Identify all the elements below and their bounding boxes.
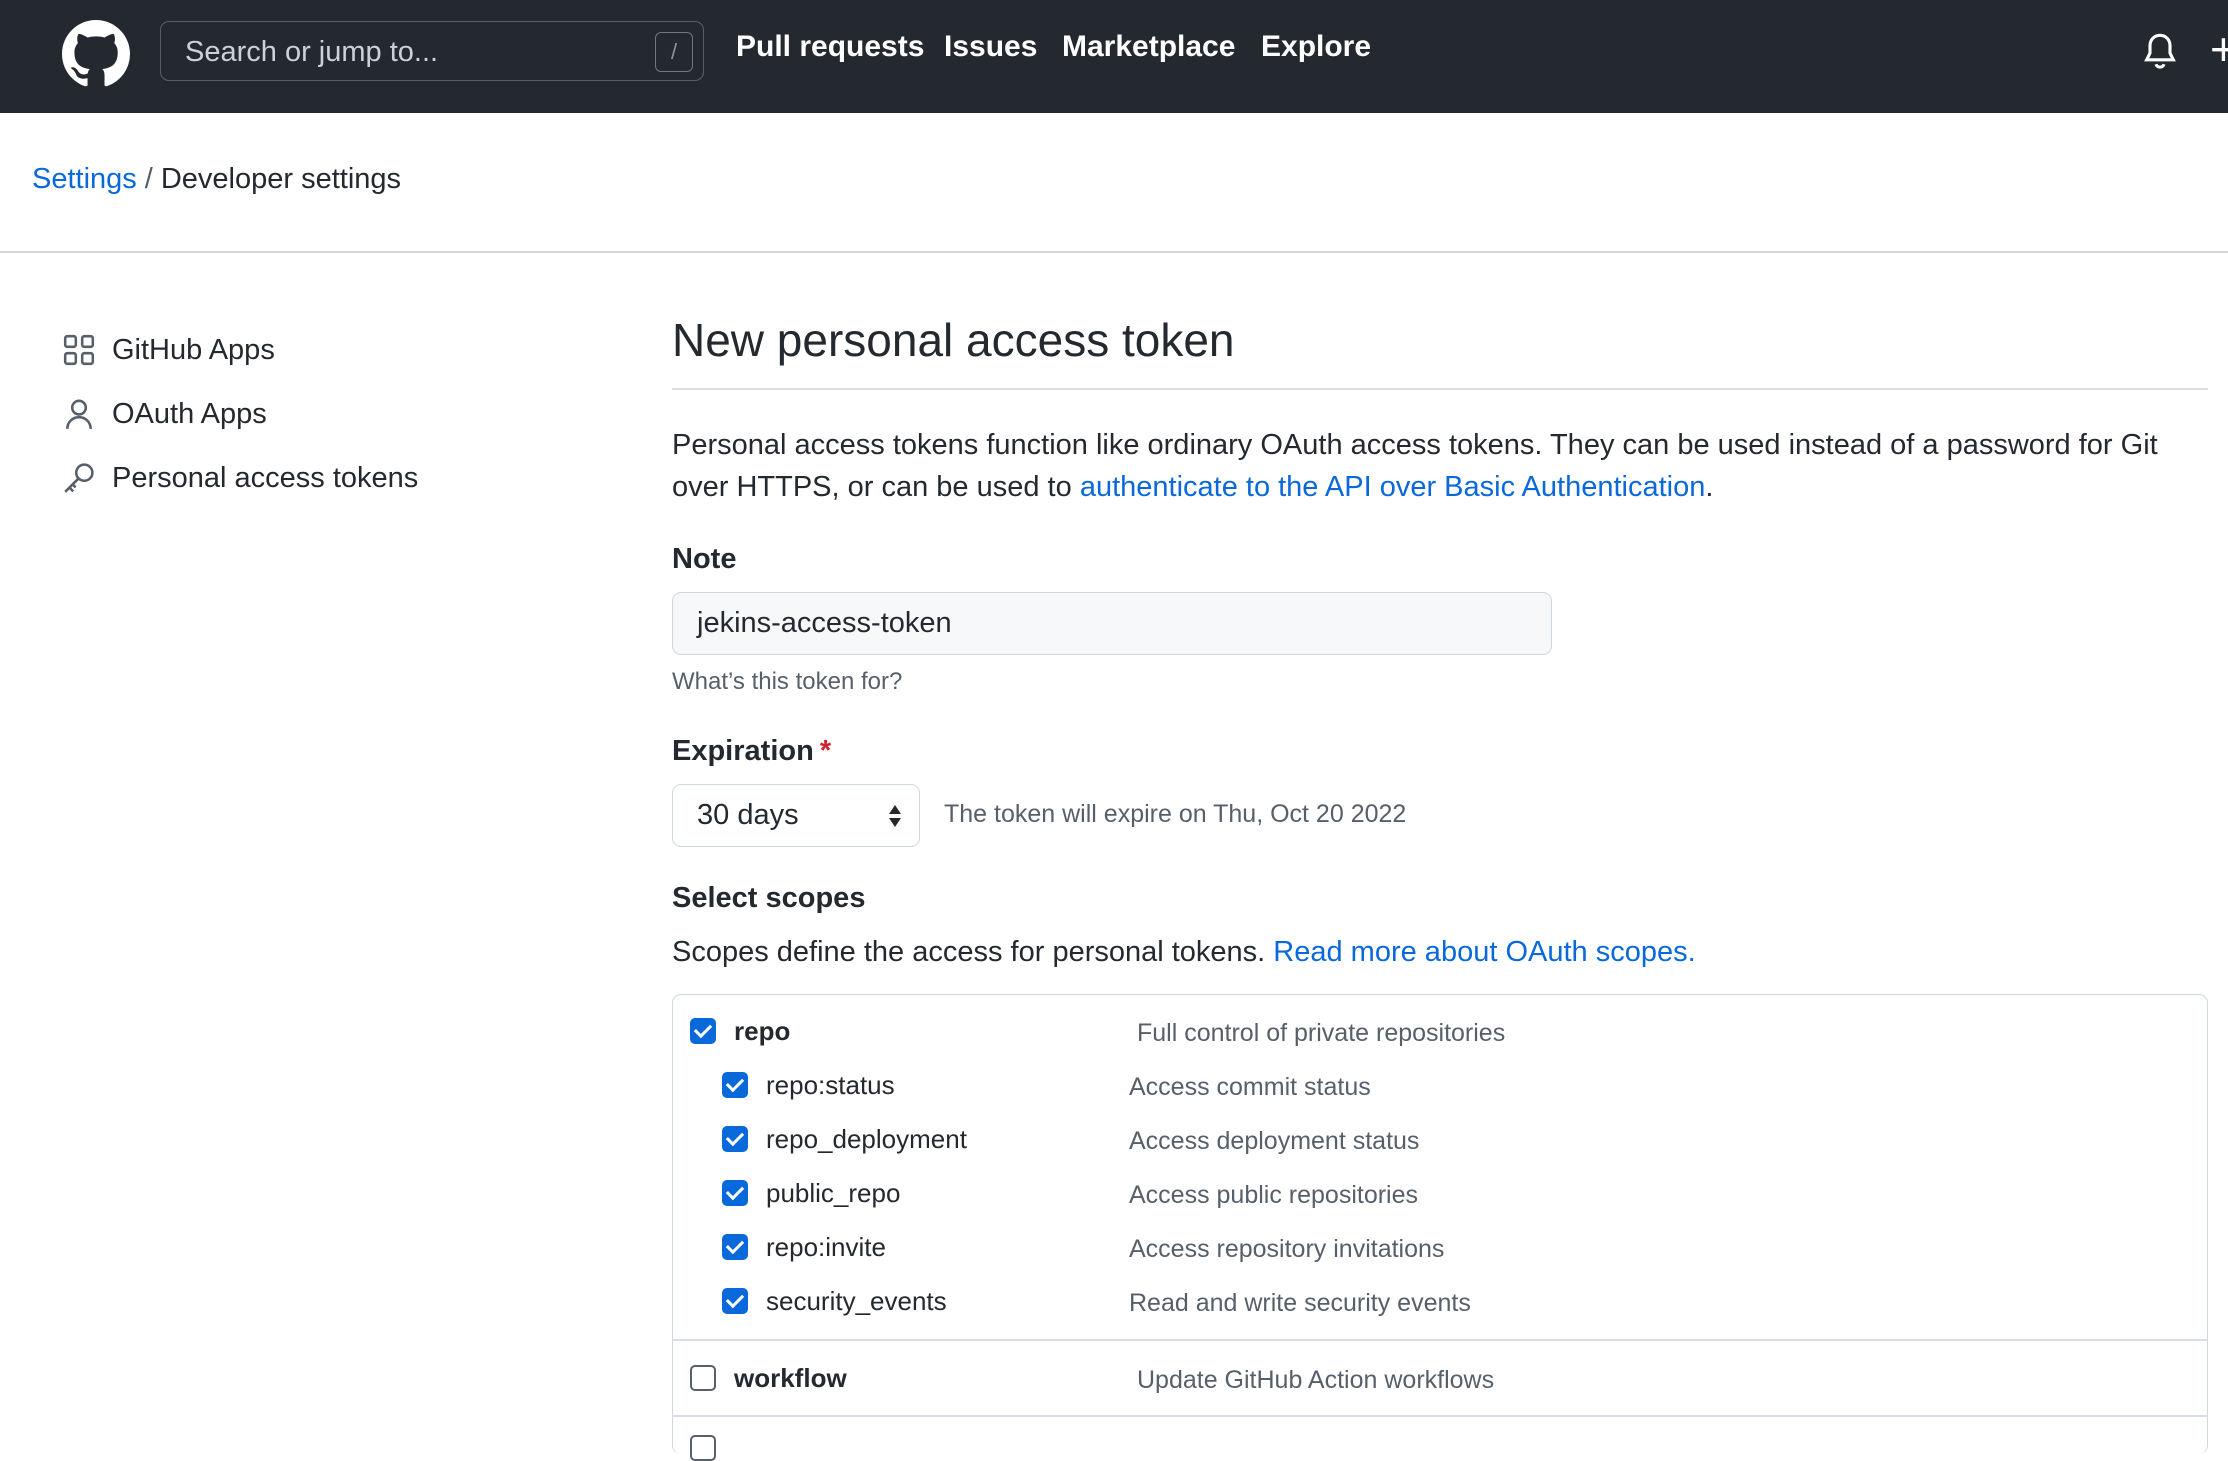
key-icon [64, 463, 94, 493]
person-icon [66, 399, 92, 429]
scope-repo[interactable]: repo [690, 1013, 790, 1049]
breadcrumb-settings-link[interactable]: Settings [32, 163, 137, 195]
sidebar-item-label: GitHub Apps [112, 333, 275, 366]
breadcrumb: Settings / Developer settings [32, 163, 401, 196]
select-scopes-heading: Select scopes [672, 882, 866, 914]
scopes-description: Scopes define the access for personal to… [672, 936, 1696, 969]
scope-description: Read and write security events [1129, 1289, 1471, 1317]
select-arrows-icon [889, 805, 901, 827]
scope-checkbox-checked[interactable] [722, 1180, 748, 1206]
breadcrumb-separator: / [144, 163, 153, 195]
apps-icon [63, 334, 95, 366]
breadcrumb-current: Developer settings [160, 163, 402, 195]
top-header: Search or jump to... / Pull requests Iss… [0, 0, 2228, 113]
basic-auth-link[interactable]: authenticate to the API over Basic Authe… [1080, 471, 1706, 503]
scope-description: Access deployment status [1129, 1127, 1420, 1155]
sidebar-item-personal-access-tokens[interactable]: Personal access tokens [62, 458, 418, 498]
required-asterisk: * [819, 735, 832, 767]
sidebar-item-label: Personal access tokens [112, 461, 419, 494]
scope-name: repo [734, 1015, 791, 1046]
scope-public-repo[interactable]: public_repo [722, 1175, 900, 1211]
search-placeholder: Search or jump to... [185, 36, 439, 68]
scopes-description-text: Scopes define the access for personal to… [672, 936, 1274, 968]
expiration-label: Expiration * [672, 735, 831, 768]
scope-name: repo:status [766, 1069, 895, 1100]
intro-text: Personal access tokens function like ord… [672, 424, 2212, 508]
nav-pull-requests[interactable]: Pull requests [736, 30, 924, 64]
scope-checkbox-checked[interactable] [690, 1018, 716, 1044]
sidebar-item-label: OAuth Apps [112, 397, 267, 430]
scope-name: repo:invite [766, 1231, 886, 1262]
scope-workflow[interactable]: workflow [690, 1360, 847, 1396]
scope-repo-deployment[interactable]: repo_deployment [722, 1121, 967, 1157]
github-logo-icon[interactable] [62, 20, 130, 88]
page-title: New personal access token [672, 314, 1235, 366]
expiration-select[interactable]: 30 days [672, 784, 920, 847]
expiration-label-text: Expiration [672, 735, 814, 767]
scope-repo-status[interactable]: repo:status [722, 1067, 895, 1103]
scope-description: Full control of private repositories [1137, 1019, 1506, 1047]
scope-repo-invite[interactable]: repo:invite [722, 1229, 886, 1265]
oauth-scopes-link[interactable]: Read more about OAuth scopes. [1273, 936, 1695, 968]
search-shortcut-key: / [655, 32, 693, 72]
nav-marketplace[interactable]: Marketplace [1062, 30, 1235, 64]
note-hint: What’s this token for? [672, 668, 903, 695]
header-divider [0, 251, 2228, 253]
scope-checkbox-checked[interactable] [722, 1072, 748, 1098]
create-new-plus-icon[interactable]: + [2210, 22, 2228, 76]
note-field[interactable]: jekins-access-token [672, 592, 1552, 655]
scope-name: public_repo [766, 1177, 901, 1208]
expiration-date-note: The token will expire on Thu, Oct 20 202… [944, 800, 1407, 828]
scope-description: Access commit status [1129, 1073, 1371, 1101]
sidebar-item-github-apps[interactable]: GitHub Apps [62, 330, 275, 370]
scope-name: workflow [734, 1362, 847, 1393]
note-label: Note [672, 543, 737, 575]
nav-issues[interactable]: Issues [944, 30, 1037, 64]
sidebar-item-oauth-apps[interactable]: OAuth Apps [62, 394, 267, 434]
search-input[interactable]: Search or jump to... / [160, 21, 704, 81]
scope-description: Access repository invitations [1129, 1235, 1445, 1263]
scope-row-divider [673, 1339, 2207, 1341]
scope-description: Access public repositories [1129, 1181, 1419, 1209]
nav-explore[interactable]: Explore [1261, 30, 1371, 64]
bell-icon[interactable] [2142, 32, 2178, 72]
scope-row-divider [673, 1415, 2207, 1417]
scope-checkbox-checked[interactable] [722, 1234, 748, 1260]
scope-checkbox-checked[interactable] [722, 1288, 748, 1314]
scope-checkbox-unchecked[interactable] [690, 1365, 716, 1391]
scope-name: security_events [766, 1285, 947, 1316]
scope-description: Update GitHub Action workflows [1137, 1366, 1495, 1394]
scope-checkbox-unchecked[interactable] [690, 1435, 716, 1461]
intro-period: . [1705, 471, 1714, 503]
expiration-select-value: 30 days [697, 799, 799, 831]
scope-name: repo_deployment [766, 1123, 967, 1154]
scope-security-events[interactable]: security_events [722, 1283, 947, 1319]
title-divider [672, 388, 2208, 390]
scope-checkbox-checked[interactable] [722, 1126, 748, 1152]
